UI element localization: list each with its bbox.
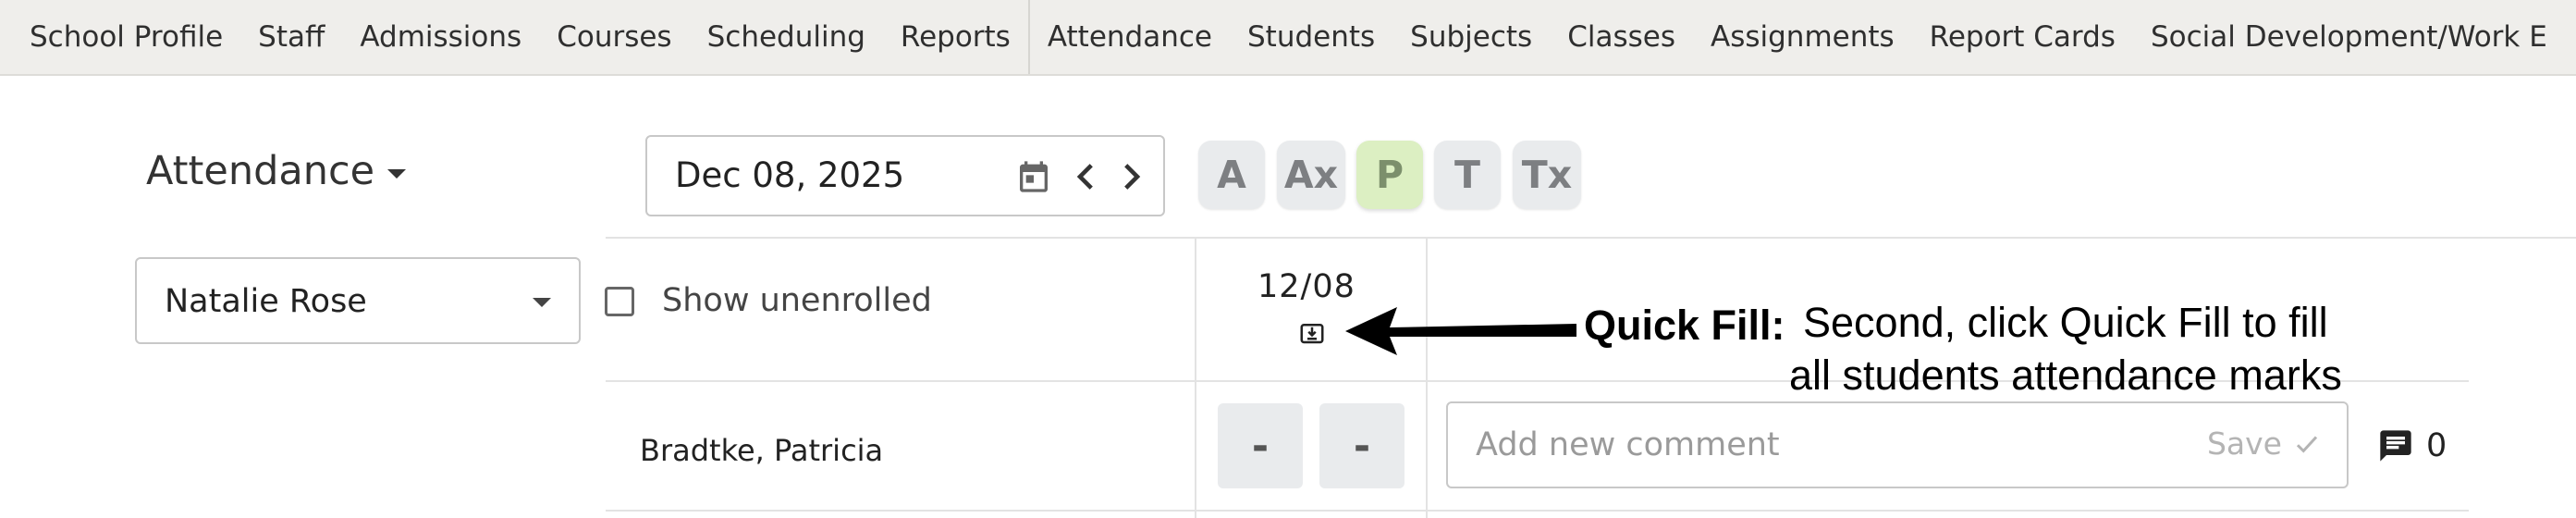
date-value: Dec 08, 2025: [675, 155, 905, 195]
nav-scheduling[interactable]: Scheduling: [690, 0, 883, 74]
row-divider: [606, 510, 2469, 512]
nav-attendance[interactable]: Attendance: [1030, 0, 1230, 74]
nav-school-profile[interactable]: School Profile: [0, 0, 240, 74]
calendar-icon[interactable]: [1015, 157, 1052, 196]
page-title: Attendance: [146, 148, 375, 194]
header-divider: [606, 237, 2576, 239]
comment-input[interactable]: [1476, 420, 2178, 470]
date-picker[interactable]: Dec 08, 2025: [645, 135, 1165, 216]
comment-count: 0: [2426, 427, 2447, 464]
comment-field[interactable]: Save: [1446, 401, 2349, 488]
nav-report-cards[interactable]: Report Cards: [1912, 0, 2133, 74]
code-t-button[interactable]: T: [1434, 141, 1501, 209]
caret-down-icon: [387, 169, 407, 179]
comment-icon[interactable]: [2376, 427, 2415, 464]
teacher-select-value: Natalie Rose: [165, 283, 367, 320]
nav-students[interactable]: Students: [1230, 0, 1392, 74]
code-ax-button[interactable]: Ax: [1277, 141, 1345, 209]
student-name: Bradtke, Patricia: [640, 433, 884, 468]
attendance-mark-button[interactable]: -: [1218, 403, 1303, 488]
nav-classes[interactable]: Classes: [1550, 0, 1693, 74]
nav-subjects[interactable]: Subjects: [1392, 0, 1550, 74]
checkmark-icon: [2296, 435, 2318, 453]
nav-reports[interactable]: Reports: [883, 0, 1028, 74]
nav-staff[interactable]: Staff: [240, 0, 342, 74]
save-label: Save: [2206, 426, 2282, 462]
attendance-mark-button[interactable]: -: [1319, 403, 1405, 488]
previous-day-icon[interactable]: [1073, 157, 1100, 196]
annotation-text-line1: Second, click Quick Fill to fill: [1803, 299, 2328, 346]
annotation-text-line2: all students attendance marks: [1789, 352, 2342, 399]
code-tx-button[interactable]: Tx: [1513, 141, 1581, 209]
annotation-label: Quick Fill:: [1584, 302, 1785, 349]
nav-courses[interactable]: Courses: [539, 0, 689, 74]
top-navigation: School Profile Staff Admissions Courses …: [0, 0, 2576, 76]
show-unenrolled-label[interactable]: Show unenrolled: [662, 282, 932, 319]
column-divider: [1426, 239, 1428, 518]
nav-social-development[interactable]: Social Development/Work E: [2133, 0, 2565, 74]
teacher-select[interactable]: Natalie Rose: [135, 257, 581, 344]
chevron-down-icon: [533, 298, 551, 307]
show-unenrolled-checkbox[interactable]: [605, 287, 634, 316]
column-date-header: 12/08: [1257, 268, 1355, 305]
code-a-button[interactable]: A: [1198, 141, 1265, 209]
annotation-arrow-icon: [1345, 307, 1576, 355]
next-day-icon[interactable]: [1117, 157, 1145, 196]
nav-assignments[interactable]: Assignments: [1693, 0, 1912, 74]
quick-fill-icon[interactable]: [1298, 319, 1326, 347]
code-p-button[interactable]: P: [1356, 141, 1423, 209]
save-comment-button[interactable]: Save: [2207, 426, 2323, 462]
nav-admissions[interactable]: Admissions: [342, 0, 539, 74]
attendance-menu-dropdown[interactable]: Attendance: [146, 148, 407, 194]
column-divider: [1195, 239, 1196, 518]
